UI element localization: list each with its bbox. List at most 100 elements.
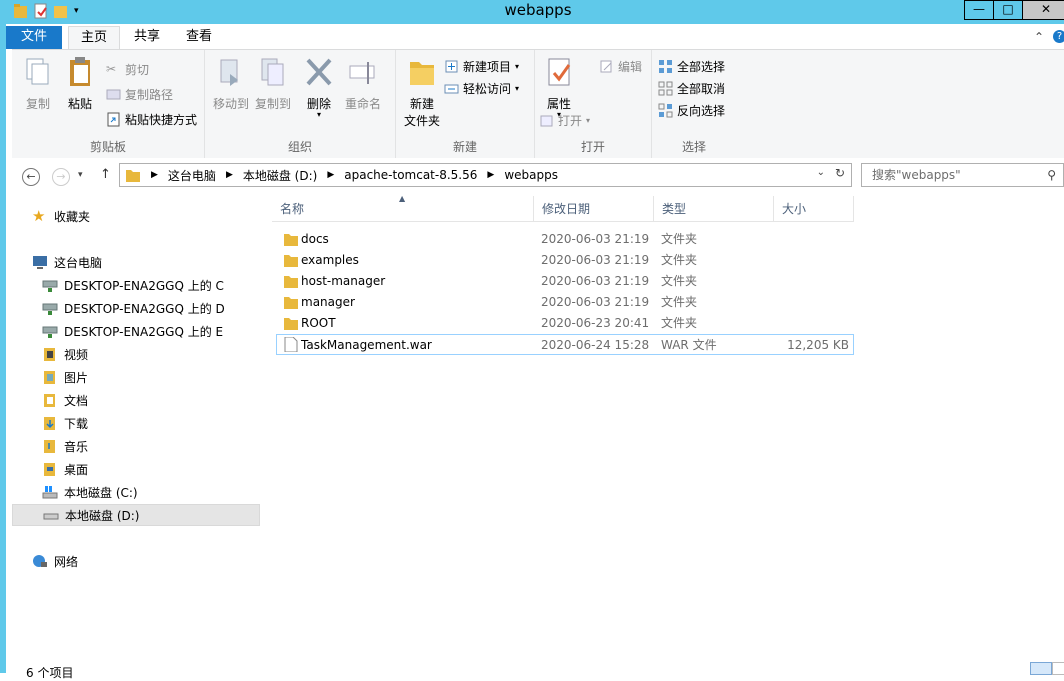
new-folder-icon <box>410 62 434 85</box>
nav-item-music[interactable]: 音乐 <box>42 435 290 457</box>
breadcrumb-this-pc[interactable]: 这台电脑 <box>168 167 216 184</box>
file-row[interactable]: examples 2020-06-03 21:19 文件夹 <box>276 250 854 271</box>
details-view-button[interactable] <box>1030 662 1052 675</box>
up-arrow-icon[interactable]: ↑ <box>100 167 111 182</box>
collapse-ribbon-icon[interactable]: ⌃ <box>1034 30 1044 44</box>
file-date: 2020-06-24 15:28 <box>541 338 650 352</box>
tab-share[interactable]: 共享 <box>124 26 170 49</box>
select-none-button[interactable]: 全部取消 <box>658 80 725 97</box>
nav-item-drive-d[interactable]: 本地磁盘 (D:) <box>12 504 260 526</box>
tab-view[interactable]: 查看 <box>176 26 222 49</box>
paste-shortcut-label: 粘贴快捷方式 <box>125 113 198 127</box>
breadcrumb-separator-icon[interactable]: ▶ <box>151 170 158 180</box>
easy-access-button[interactable]: 轻松访问 ▾ <box>444 80 519 97</box>
nav-item-desktop[interactable]: 桌面 <box>42 458 290 480</box>
computer-icon <box>33 255 47 269</box>
nav-item-label: 音乐 <box>64 439 89 454</box>
tab-home[interactable]: 主页 <box>68 26 120 50</box>
copy-button[interactable]: 复制 <box>18 56 58 112</box>
forward-button[interactable]: → <box>52 168 70 186</box>
move-to-icon <box>220 59 238 86</box>
properties-icon <box>548 58 571 86</box>
search-input[interactable]: 搜索"webapps" ⚲ <box>861 163 1064 187</box>
breadcrumb-separator-icon[interactable]: ▶ <box>487 170 494 180</box>
breadcrumb-separator-icon[interactable]: ▶ <box>327 170 334 180</box>
paste-button[interactable]: 粘贴 <box>60 56 100 112</box>
folder-icon <box>284 318 298 330</box>
nav-item-documents[interactable]: 文档 <box>42 389 290 411</box>
breadcrumb-drive-d[interactable]: 本地磁盘 (D:) <box>243 167 317 184</box>
search-icon[interactable]: ⚲ <box>1047 164 1056 186</box>
file-date: 2020-06-03 21:19 <box>541 253 650 267</box>
column-header-name[interactable]: 名称 <box>272 196 534 222</box>
nav-this-pc-label: 这台电脑 <box>54 255 103 270</box>
column-header-size[interactable]: 大小 <box>774 196 854 222</box>
nav-item-pictures[interactable]: 图片 <box>42 366 290 388</box>
file-date: 2020-06-03 21:19 <box>541 274 650 288</box>
delete-button[interactable]: 删除 ▾ <box>301 56 337 119</box>
nav-item-label: DESKTOP-ENA2GGQ 上的 E <box>64 324 224 339</box>
nav-item-drive-c[interactable]: 本地磁盘 (C:) <box>42 481 290 503</box>
file-type: 文件夹 <box>661 316 698 330</box>
properties-button[interactable]: 属性 ▾ <box>539 56 579 119</box>
recent-locations-icon[interactable]: ▾ <box>78 170 83 180</box>
paste-shortcut-button[interactable]: 粘贴快捷方式 <box>106 111 197 128</box>
new-item-button[interactable]: 新建项目 ▾ <box>444 58 519 75</box>
address-history-icon[interactable]: ⌄ <box>817 167 825 178</box>
maximize-button[interactable]: □ <box>993 0 1023 20</box>
navigation-pane: ★ 收藏夹 这台电脑 DESKTOP-ENA2GGQ 上的 C DESKTOP-… <box>12 194 262 660</box>
breadcrumb-tomcat[interactable]: apache-tomcat-8.5.56 <box>344 168 477 182</box>
nav-item-network-drive-d[interactable]: DESKTOP-ENA2GGQ 上的 D <box>42 297 290 319</box>
refresh-icon[interactable]: ↻ <box>835 166 845 180</box>
file-type: 文件夹 <box>661 232 698 246</box>
file-row[interactable]: host-manager 2020-06-03 21:19 文件夹 <box>276 271 854 292</box>
file-date: 2020-06-03 21:19 <box>541 295 650 309</box>
copy-path-button[interactable]: 复制路径 <box>106 86 173 103</box>
file-name: docs <box>301 232 329 246</box>
nav-item-downloads[interactable]: 下载 <box>42 412 290 434</box>
minimize-button[interactable]: — <box>964 0 994 20</box>
nav-item-network-drive-e[interactable]: DESKTOP-ENA2GGQ 上的 E <box>42 320 290 342</box>
invert-selection-button[interactable]: 反向选择 <box>658 102 725 119</box>
file-row-selected[interactable]: TaskManagement.war 2020-06-24 15:28 WAR … <box>276 334 854 355</box>
nav-network[interactable]: 网络 <box>32 550 280 572</box>
breadcrumb-separator-icon[interactable]: ▶ <box>226 170 233 180</box>
nav-item-label: 下载 <box>64 416 89 431</box>
nav-item-network-drive-c[interactable]: DESKTOP-ENA2GGQ 上的 C <box>42 274 290 296</box>
tab-file[interactable]: 文件 <box>6 26 62 49</box>
nav-favorites[interactable]: ★ 收藏夹 <box>32 205 280 227</box>
folder-icon <box>284 255 298 267</box>
help-icon[interactable]: ? <box>1053 30 1064 43</box>
group-open: 属性 ▾ 编辑 打开 ▾ 打开 <box>535 50 652 159</box>
music-folder-icon <box>44 439 55 453</box>
move-to-button[interactable]: 移动到 <box>211 56 251 112</box>
scissors-icon: ✂ <box>106 62 117 76</box>
address-bar[interactable]: ▶ 这台电脑 ▶ 本地磁盘 (D:) ▶ apache-tomcat-8.5.5… <box>119 163 852 187</box>
large-icons-view-button[interactable] <box>1052 662 1064 675</box>
edit-button[interactable]: 编辑 <box>599 58 642 75</box>
nav-this-pc[interactable]: 这台电脑 <box>32 251 280 273</box>
open-button[interactable]: 打开 ▾ <box>539 112 590 129</box>
column-header-type[interactable]: 类型 <box>654 196 774 222</box>
column-header-date[interactable]: 修改日期 <box>534 196 654 222</box>
file-name: host-manager <box>301 274 386 288</box>
new-folder-button[interactable]: 新建 文件夹 <box>400 56 444 129</box>
file-row[interactable]: ROOT 2020-06-23 20:41 文件夹 <box>276 313 854 334</box>
file-name: ROOT <box>301 316 336 330</box>
close-button[interactable]: ✕ <box>1022 0 1064 20</box>
network-drive-icon <box>42 303 58 315</box>
clipboard-group-label: 剪贴板 <box>89 140 126 154</box>
back-button[interactable]: ← <box>22 168 40 186</box>
breadcrumb-webapps[interactable]: webapps <box>504 168 558 182</box>
nav-item-videos[interactable]: 视频 <box>42 343 290 365</box>
copy-to-button[interactable]: 复制到 <box>253 56 293 112</box>
edit-icon <box>600 60 612 73</box>
delete-dropdown-icon[interactable]: ▾ <box>301 111 337 119</box>
select-all-button[interactable]: 全部选择 <box>658 58 725 75</box>
file-row[interactable]: docs 2020-06-03 21:19 文件夹 <box>276 229 854 250</box>
new-folder-label-1: 新建 <box>409 97 434 111</box>
rename-button[interactable]: 重命名 <box>341 56 385 112</box>
file-row[interactable]: manager 2020-06-03 21:19 文件夹 <box>276 292 854 313</box>
group-organize: 移动到 复制到 删除 ▾ 重命名 组织 <box>205 50 396 159</box>
cut-button[interactable]: ✂ 剪切 <box>106 61 149 78</box>
